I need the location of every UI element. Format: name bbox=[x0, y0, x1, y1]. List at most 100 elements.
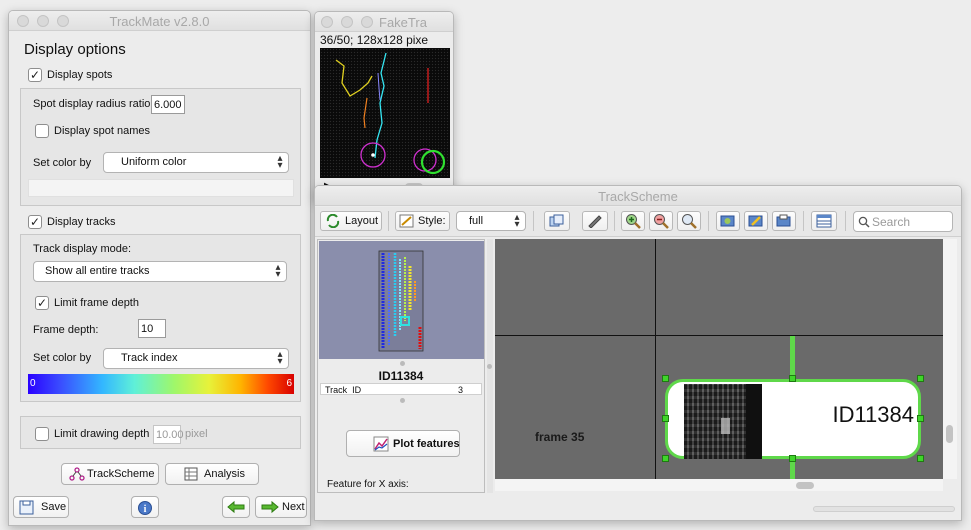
search-icon bbox=[858, 216, 870, 228]
selection-handle[interactable] bbox=[662, 375, 669, 382]
table-splitter[interactable] bbox=[400, 398, 405, 403]
style-button[interactable]: Style: bbox=[395, 211, 450, 231]
export-button[interactable] bbox=[772, 211, 796, 231]
layout-button-label: Layout bbox=[345, 215, 379, 227]
search-field[interactable]: Search bbox=[853, 211, 953, 232]
spot-options-group: Spot display radius ratio: 6.000 Display… bbox=[20, 88, 301, 206]
selection-handle[interactable] bbox=[917, 375, 924, 382]
graph-edge-out bbox=[790, 461, 795, 479]
color-button[interactable] bbox=[744, 211, 768, 231]
display-spot-names-checkbox[interactable] bbox=[35, 124, 49, 138]
vertical-scroll-thumb[interactable] bbox=[946, 425, 953, 443]
copy-icon bbox=[549, 214, 564, 227]
overview-graph bbox=[378, 250, 424, 352]
search-placeholder: Search bbox=[872, 215, 911, 229]
select-arrows-icon: ▴ ▾ bbox=[277, 349, 283, 367]
trackscheme-toolbar: Layout Style: full ▴ ▾ Search bbox=[315, 207, 961, 237]
track-color-select[interactable]: Track index ▴ ▾ bbox=[103, 348, 289, 369]
vertical-scrollbar[interactable] bbox=[943, 239, 957, 479]
horizontal-scrollbar[interactable] bbox=[495, 479, 943, 491]
color-icon bbox=[748, 215, 763, 227]
drawing-depth-input[interactable]: 10.00 bbox=[153, 425, 184, 444]
toolbar-separator bbox=[388, 211, 389, 231]
drawing-depth-group: Limit drawing depth 10.00 pixel bbox=[20, 416, 301, 449]
overview-splitter[interactable] bbox=[400, 361, 405, 366]
minimize-window-button[interactable] bbox=[341, 16, 353, 28]
horizontal-scroll-thumb[interactable] bbox=[796, 482, 814, 489]
analysis-icon bbox=[184, 467, 198, 481]
edit-button[interactable] bbox=[582, 211, 608, 231]
selection-handle[interactable] bbox=[917, 455, 924, 462]
selection-handle[interactable] bbox=[917, 415, 924, 422]
save-button[interactable]: Save bbox=[13, 496, 69, 518]
faketracks-title: FakeTra bbox=[379, 15, 427, 30]
select-arrows-icon: ▴ ▾ bbox=[277, 153, 283, 171]
selection-handle[interactable] bbox=[789, 375, 796, 382]
trackscheme-button[interactable]: TrackScheme bbox=[61, 463, 159, 485]
trackmate-window: TrackMate v2.8.0 Display options ✓ Displ… bbox=[8, 10, 311, 526]
export-icon bbox=[776, 214, 791, 227]
colorbar-min-label: 0 bbox=[30, 378, 36, 389]
display-spots-label: Display spots bbox=[47, 69, 113, 81]
save-icon bbox=[19, 500, 34, 515]
graph-column-divider bbox=[655, 239, 656, 479]
analysis-button-label: Analysis bbox=[204, 468, 245, 480]
spot-radius-input[interactable]: 6.000 bbox=[151, 95, 185, 114]
table-value-track-id: 3 bbox=[457, 385, 463, 395]
frame-depth-label: Frame depth: bbox=[33, 324, 99, 336]
info-icon: i bbox=[138, 501, 152, 515]
overview-panel[interactable] bbox=[319, 241, 484, 359]
trackscheme-window: TrackScheme Layout Style: full ▴ ▾ Searc… bbox=[314, 185, 962, 521]
zoom-out-icon bbox=[654, 214, 669, 229]
selection-handle[interactable] bbox=[662, 455, 669, 462]
next-button[interactable]: Next bbox=[255, 496, 307, 518]
faketracks-image[interactable] bbox=[320, 48, 450, 178]
trackscheme-titlebar[interactable]: TrackScheme bbox=[315, 186, 961, 206]
plot-features-label: Plot features bbox=[393, 438, 460, 450]
display-table-button[interactable] bbox=[811, 211, 837, 231]
zoom-fit-button[interactable] bbox=[677, 211, 701, 231]
frame-depth-input[interactable]: 10 bbox=[138, 319, 166, 338]
plot-features-button[interactable]: Plot features bbox=[346, 430, 460, 457]
layout-button[interactable]: Layout bbox=[320, 211, 382, 231]
style-select[interactable]: full ▴ ▾ bbox=[456, 211, 526, 231]
zoom-in-button[interactable] bbox=[621, 211, 645, 231]
spot-highlight bbox=[721, 418, 730, 434]
trackmate-titlebar[interactable]: TrackMate v2.8.0 bbox=[9, 11, 310, 31]
limit-frame-depth-checkbox[interactable]: ✓ bbox=[35, 296, 49, 310]
analysis-button[interactable]: Analysis bbox=[165, 463, 259, 485]
style-label: Style: bbox=[418, 215, 446, 227]
info-button[interactable]: i bbox=[131, 496, 159, 518]
display-spots-checkbox[interactable]: ✓ bbox=[28, 68, 42, 82]
faketracks-titlebar[interactable]: FakeTra bbox=[315, 12, 453, 32]
selection-handle[interactable] bbox=[662, 415, 669, 422]
zoom-window-button[interactable] bbox=[361, 16, 373, 28]
selection-handle[interactable] bbox=[789, 455, 796, 462]
graph-row-divider bbox=[495, 335, 943, 336]
graph-canvas[interactable]: frame 35 ID11384 bbox=[495, 239, 943, 479]
track-mode-label: Track display mode: bbox=[33, 243, 132, 255]
spot-color-label: Set color by bbox=[33, 157, 92, 169]
resize-bar[interactable] bbox=[813, 506, 955, 512]
faketracks-window: FakeTra 36/50; 128x128 pixe ▶ bbox=[314, 11, 454, 201]
display-tracks-checkbox[interactable]: ✓ bbox=[28, 215, 42, 229]
zoom-out-button[interactable] bbox=[649, 211, 673, 231]
close-window-button[interactable] bbox=[321, 16, 333, 28]
capture-button[interactable] bbox=[716, 211, 740, 231]
spot-info-title: ID11384 bbox=[378, 369, 424, 383]
panel-splitter[interactable] bbox=[487, 239, 493, 493]
spot-thumbnail bbox=[684, 384, 762, 459]
toolbar-separator bbox=[803, 211, 804, 231]
svg-text:i: i bbox=[144, 504, 147, 515]
select-arrows-icon: ▴ ▾ bbox=[514, 212, 520, 230]
limit-drawing-depth-checkbox[interactable] bbox=[35, 427, 49, 441]
colorbar-max-label: 6 bbox=[286, 378, 292, 389]
track-mode-select[interactable]: Show all entire tracks ▴ ▾ bbox=[33, 261, 287, 282]
spot-node[interactable]: ID11384 bbox=[665, 379, 921, 459]
spot-color-select[interactable]: Uniform color ▴ ▾ bbox=[103, 152, 289, 173]
frame-label: frame 35 bbox=[535, 430, 585, 444]
copy-button[interactable] bbox=[544, 211, 570, 231]
back-button[interactable] bbox=[222, 496, 250, 518]
track-mode-select-value: Show all entire tracks bbox=[45, 265, 150, 277]
style-select-value: full bbox=[469, 215, 484, 227]
